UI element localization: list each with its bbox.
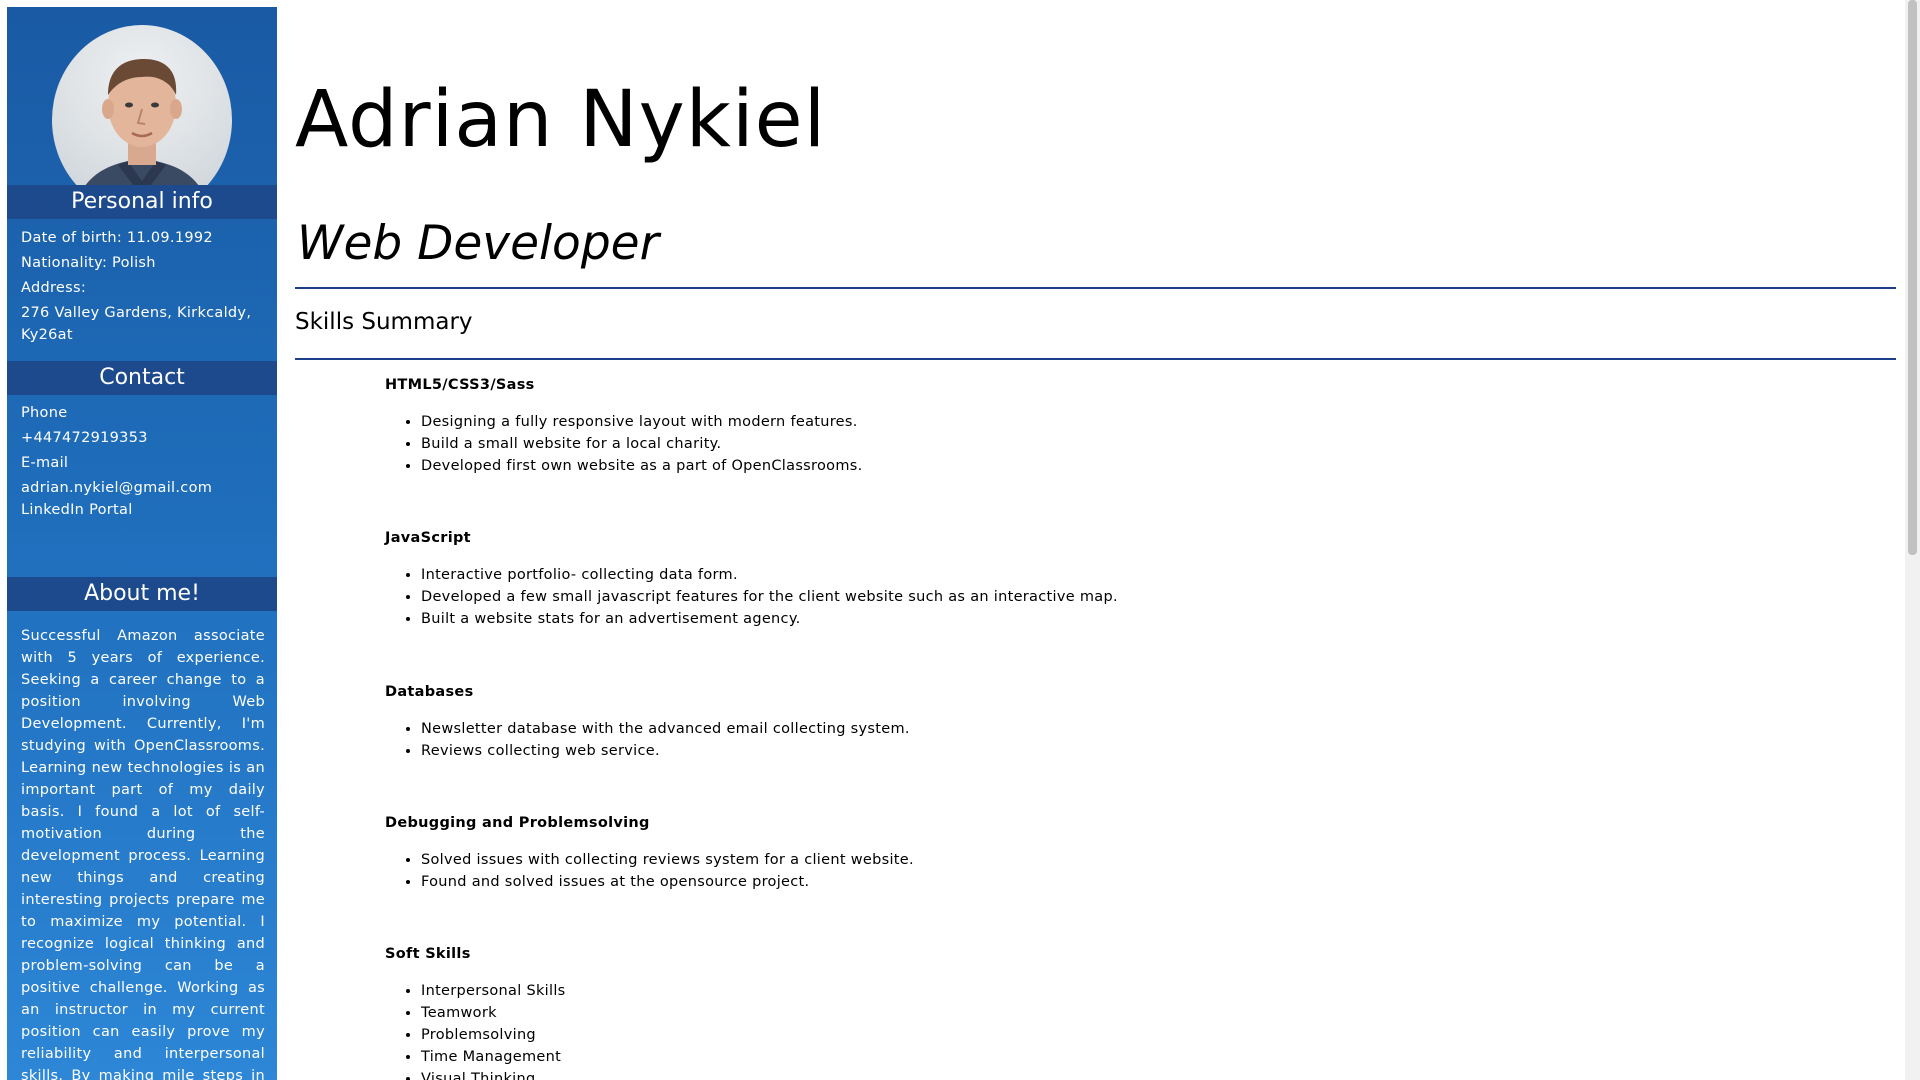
- skills-summary-heading: Skills Summary: [295, 309, 473, 335]
- list-item: Time Management: [421, 1046, 1285, 1068]
- list-item: Reviews collecting web service.: [421, 740, 1285, 762]
- skill-block-soft-skills: Soft Skills Interpersonal Skills Teamwor…: [385, 944, 1285, 1080]
- list-item: Build a small website for a local charit…: [421, 433, 1285, 455]
- nationality: Nationality: Polish: [21, 255, 156, 271]
- list-item: Built a website stats for an advertiseme…: [421, 608, 1285, 630]
- skill-block-databases: Databases Newsletter database with the a…: [385, 682, 1285, 762]
- sidebar: Personal info Date of birth: 11.09.1992 …: [7, 7, 277, 1080]
- contact-header: Contact: [7, 361, 277, 395]
- list-item: Visual Thinking: [421, 1068, 1285, 1080]
- phone-value: +447472919353: [21, 430, 148, 446]
- linkedin-link[interactable]: LinkedIn Portal: [21, 499, 265, 521]
- address-line-2: Ky26at: [21, 327, 73, 343]
- skill-list: Interactive portfolio- collecting data f…: [385, 564, 1285, 630]
- list-item: Newsletter database with the advanced em…: [421, 718, 1285, 740]
- skill-block-javascript: JavaScript Interactive portfolio- collec…: [385, 528, 1285, 630]
- divider-bottom: [295, 358, 1896, 360]
- skill-list: Interpersonal Skills Teamwork Problemsol…: [385, 980, 1285, 1080]
- about-header: About me!: [7, 577, 277, 611]
- list-item: Developed a few small javascript feature…: [421, 586, 1285, 608]
- page: Personal info Date of birth: 11.09.1992 …: [0, 0, 1920, 1080]
- scrollbar-thumb[interactable]: [1908, 0, 1917, 555]
- name-heading: Adrian Nykiel: [295, 75, 827, 165]
- phone-label: Phone: [21, 405, 68, 421]
- skill-title: Databases: [385, 684, 474, 700]
- role-heading: Web Developer: [297, 216, 659, 271]
- list-item: Teamwork: [421, 1002, 1285, 1024]
- main-content: Adrian Nykiel Web Developer Skills Summa…: [295, 0, 1896, 1080]
- list-item: Interactive portfolio- collecting data f…: [421, 564, 1285, 586]
- list-item: Developed first own website as a part of…: [421, 455, 1285, 477]
- list-item: Interpersonal Skills: [421, 980, 1285, 1002]
- skill-list: Newsletter database with the advanced em…: [385, 718, 1285, 762]
- about-text: Successful Amazon associate with 5 years…: [21, 628, 265, 1080]
- skill-title: HTML5/CSS3/Sass: [385, 377, 535, 393]
- skill-block-html: HTML5/CSS3/Sass Designing a fully respon…: [385, 375, 1285, 477]
- email-value[interactable]: adrian.nykiel@gmail.com: [21, 477, 265, 499]
- divider-top: [295, 287, 1896, 289]
- list-item: Solved issues with collecting reviews sy…: [421, 849, 1285, 871]
- email-label: E-mail: [21, 455, 69, 471]
- vertical-scrollbar[interactable]: [1905, 0, 1920, 1080]
- skill-title: JavaScript: [385, 530, 471, 546]
- date-of-birth: Date of birth: 11.09.1992: [21, 230, 213, 246]
- skill-title: Debugging and Problemsolving: [385, 815, 650, 831]
- address-label: Address:: [21, 280, 87, 296]
- skill-block-debugging: Debugging and Problemsolving Solved issu…: [385, 813, 1285, 893]
- list-item: Designing a fully responsive layout with…: [421, 411, 1285, 433]
- personal-info-header: Personal info: [7, 185, 277, 219]
- skill-title: Soft Skills: [385, 946, 471, 962]
- list-item: Problemsolving: [421, 1024, 1285, 1046]
- skill-list: Solved issues with collecting reviews sy…: [385, 849, 1285, 893]
- skill-list: Designing a fully responsive layout with…: [385, 411, 1285, 477]
- list-item: Found and solved issues at the opensourc…: [421, 871, 1285, 893]
- address-line-1: 276 Valley Gardens, Kirkcaldy,: [21, 305, 252, 321]
